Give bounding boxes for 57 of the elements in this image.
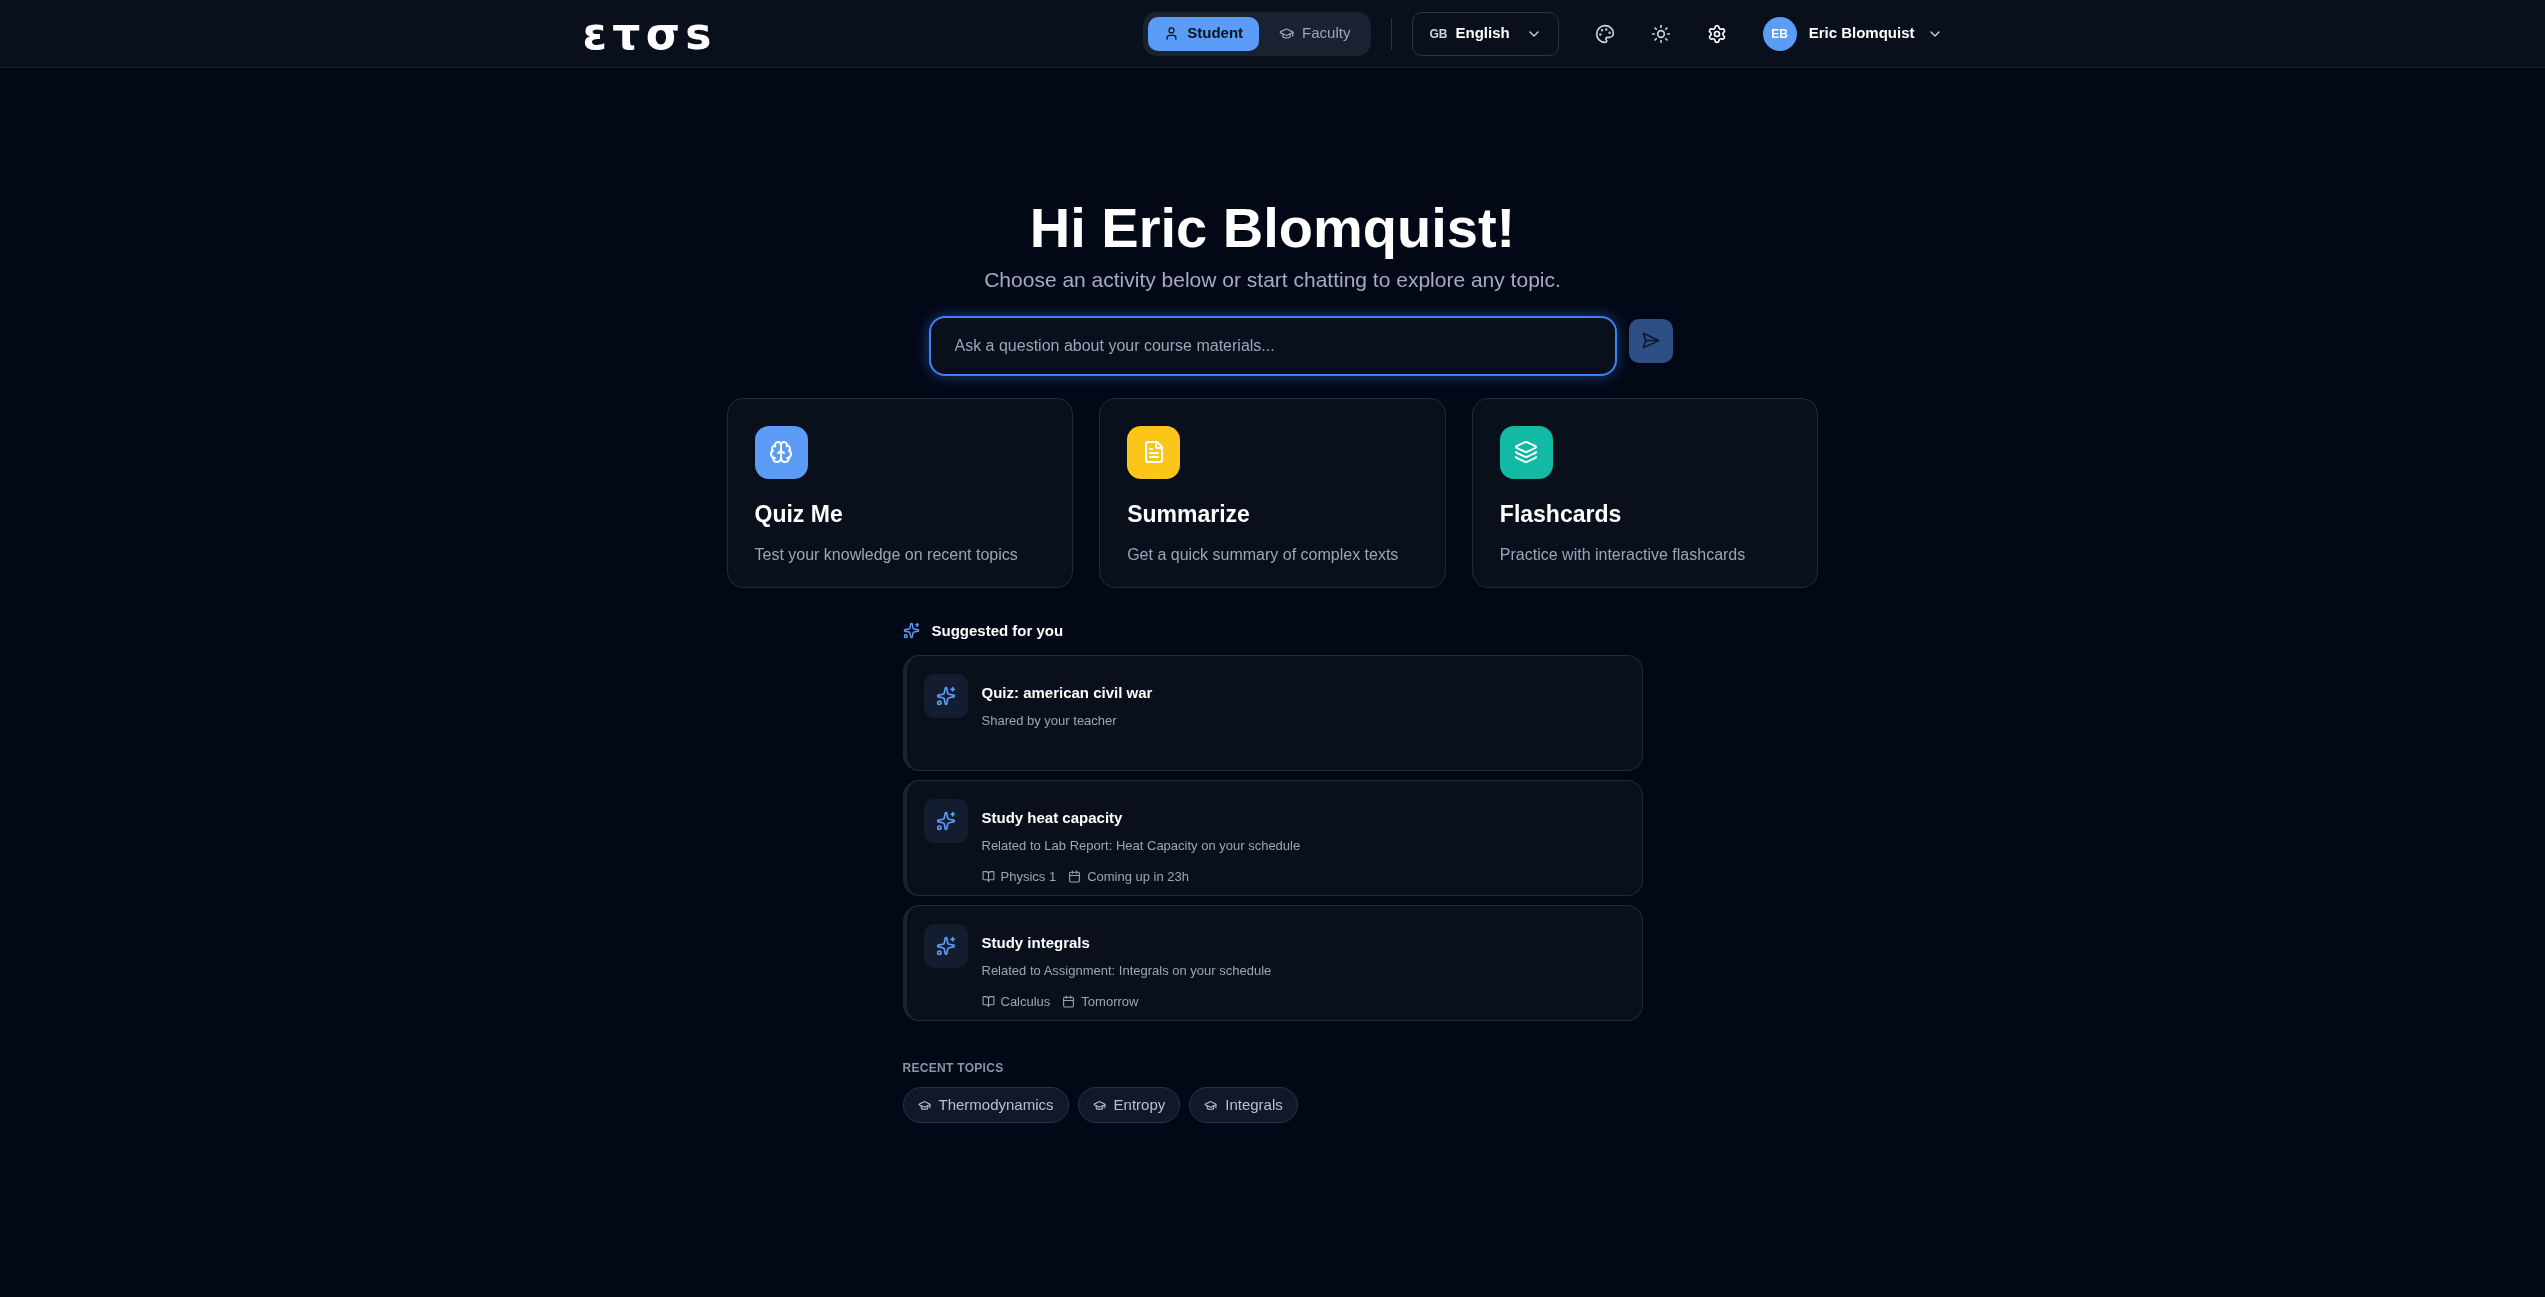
suggestion-title: Study integrals bbox=[981, 933, 1091, 953]
activity-card[interactable]: Quiz Me Test your knowledge on recent topics bbox=[726, 397, 1074, 588]
greeting-title: Hi Eric Blomquist! bbox=[1029, 196, 1516, 260]
calendar-icon bbox=[1068, 870, 1082, 884]
logo[interactable]: ετσs bbox=[582, 11, 717, 56]
book-icon bbox=[981, 870, 995, 884]
person-icon bbox=[1164, 26, 1180, 41]
activity-card[interactable]: Summarize Get a quick summary of complex texts bbox=[1099, 397, 1446, 588]
suggestion-subtitle: Related to Lab Report: Heat Capacity on your schedule bbox=[981, 836, 1301, 855]
graduation-cap-icon bbox=[1279, 26, 1295, 41]
activity-card[interactable]: Flashcards Practice with interactive flashcards bbox=[1471, 397, 1819, 588]
sun-icon[interactable] bbox=[1650, 23, 1671, 44]
suggestion-subtitle: Shared by your teacher bbox=[981, 711, 1118, 730]
course-label: Physics 1 bbox=[1000, 868, 1057, 886]
sparkles-icon bbox=[935, 936, 956, 956]
course-label: Calculus bbox=[1000, 993, 1051, 1011]
topic-chip[interactable]: Integrals bbox=[1189, 1087, 1298, 1123]
suggestion-card[interactable]: Quiz: american civil war Shared by your teacher bbox=[902, 655, 1643, 771]
activity-description: Test your knowledge on recent topics bbox=[754, 545, 1019, 565]
question-field[interactable]: Ask a question about your course materials... bbox=[928, 315, 1617, 376]
calendar-icon bbox=[1062, 995, 1076, 1009]
topic-chip[interactable]: Thermodynamics bbox=[902, 1087, 1069, 1123]
topic-chip[interactable]: Entropy bbox=[1077, 1087, 1181, 1123]
user-avatar: EB bbox=[1762, 16, 1797, 51]
role-tab[interactable]: Student bbox=[1148, 16, 1260, 51]
greeting-subtitle: Choose an activity below or start chatting to explore any topic. bbox=[984, 267, 1561, 293]
activity-description: Get a quick summary of complex texts bbox=[1127, 545, 1400, 565]
section-label: RECENT TOPICS bbox=[902, 1060, 1005, 1077]
graduation-cap-icon bbox=[1092, 1098, 1106, 1112]
activity-icon bbox=[769, 440, 793, 464]
suggestion-subtitle: Related to Assignment: Integrals on your schedule bbox=[981, 961, 1272, 980]
sparkles-icon bbox=[935, 686, 956, 706]
palette-icon[interactable] bbox=[1594, 23, 1615, 44]
send-icon bbox=[1641, 331, 1660, 350]
section-title: Suggested for you bbox=[931, 620, 1064, 641]
graduation-cap-icon bbox=[1204, 1098, 1218, 1112]
suggestion-card[interactable]: Study integrals Related to Assignment: Integrals on your schedule Calculus Tomorrow bbox=[902, 905, 1643, 1021]
language-code: GB bbox=[1429, 25, 1448, 43]
activity-title: Summarize bbox=[1127, 499, 1251, 529]
sparkles-icon bbox=[902, 622, 920, 640]
suggestion-title: Study heat capacity bbox=[981, 808, 1124, 828]
user-menu[interactable]: EB Eric Blomquist bbox=[1762, 16, 1943, 51]
graduation-cap-icon bbox=[917, 1098, 931, 1112]
suggestion-card[interactable]: Study heat capacity Related to Lab Report: Heat Capacity on your schedule Physics 1 Coming up in 23h bbox=[902, 780, 1643, 896]
settings-icon[interactable] bbox=[1706, 23, 1727, 44]
sparkles-icon bbox=[935, 811, 956, 831]
language-select[interactable]: GB English bbox=[1412, 11, 1559, 56]
activity-title: Flashcards bbox=[1499, 499, 1623, 529]
activity-description: Practice with interactive flashcards bbox=[1499, 545, 1747, 565]
book-icon bbox=[981, 995, 995, 1009]
role-tab[interactable]: Faculty bbox=[1263, 16, 1367, 51]
activity-icon bbox=[1514, 440, 1539, 464]
language-label: English bbox=[1455, 23, 1510, 44]
due-label: Coming up in 23h bbox=[1087, 868, 1190, 886]
due-label: Tomorrow bbox=[1081, 993, 1139, 1011]
suggestion-title: Quiz: american civil war bbox=[981, 683, 1153, 703]
activity-title: Quiz Me bbox=[754, 499, 844, 529]
